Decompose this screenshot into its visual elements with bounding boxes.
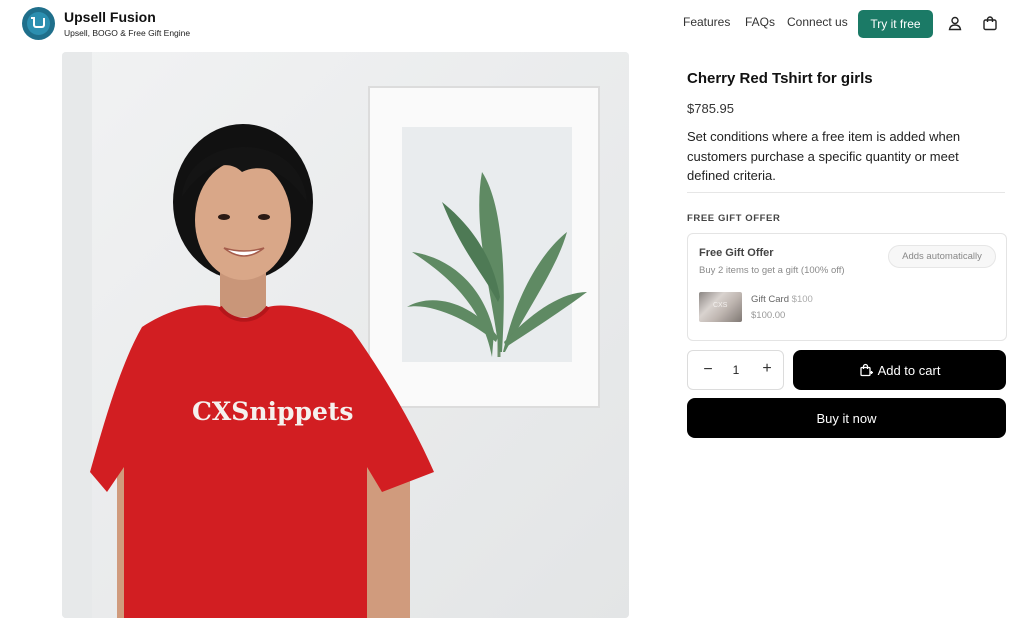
brand-title: Upsell Fusion [64,8,156,25]
offer-title: Free Gift Offer [699,247,774,259]
try-it-free-button[interactable]: Try it free [858,10,933,38]
buy-it-now-button[interactable]: Buy it now [687,398,1006,438]
quantity-input[interactable]: 1 [728,363,744,377]
quantity-increase-button[interactable]: + [759,361,775,377]
brand-subtitle: Upsell, BOGO & Free Gift Engine [64,27,191,38]
product-description: Set conditions where a free item is adde… [687,129,961,183]
cart-plus-icon [859,363,873,377]
gift-card-thumbnail: CXS [699,292,742,322]
quantity-decrease-button[interactable]: − [700,362,716,378]
product-title: Cherry Red Tshirt for girls [687,70,873,87]
divider [687,192,1005,193]
nav-link-connect[interactable]: Connect us [787,15,848,29]
add-to-cart-label: Add to cart [877,362,941,378]
gift-name-text: Gift Card [751,294,790,305]
nav-link-faqs[interactable]: FAQs [745,15,775,29]
site-header: Upsell Fusion Upsell, BOGO & Free Gift E… [0,0,1024,48]
free-gift-offer-card: Free Gift Offer Buy 2 items to get a gif… [687,233,1007,341]
brand-logo-icon [22,7,55,40]
offer-subtitle: Buy 2 items to get a gift (100% off) [699,265,845,276]
shirt-print-text: CXSnippets [192,397,354,426]
gift-price: $100.00 [751,310,786,321]
nav-link-features[interactable]: Features [683,15,730,29]
add-to-cart-button[interactable]: Add to cart [793,350,1006,390]
user-icon[interactable] [947,15,963,31]
offer-section-label: FREE GIFT OFFER [687,213,781,224]
gift-original-price: $100 [791,294,813,305]
gift-thumb-text: CXS [713,302,728,309]
brand[interactable]: Upsell Fusion Upsell, BOGO & Free Gift E… [22,7,190,40]
product-image: CXSnippets [62,52,629,618]
quantity-stepper: − 1 + [687,350,784,390]
bag-icon[interactable] [982,15,998,31]
product-price: $785.95 [687,101,734,116]
gift-item-name: Gift Card $100 [751,294,813,305]
adds-automatically-badge: Adds automatically [888,245,996,268]
